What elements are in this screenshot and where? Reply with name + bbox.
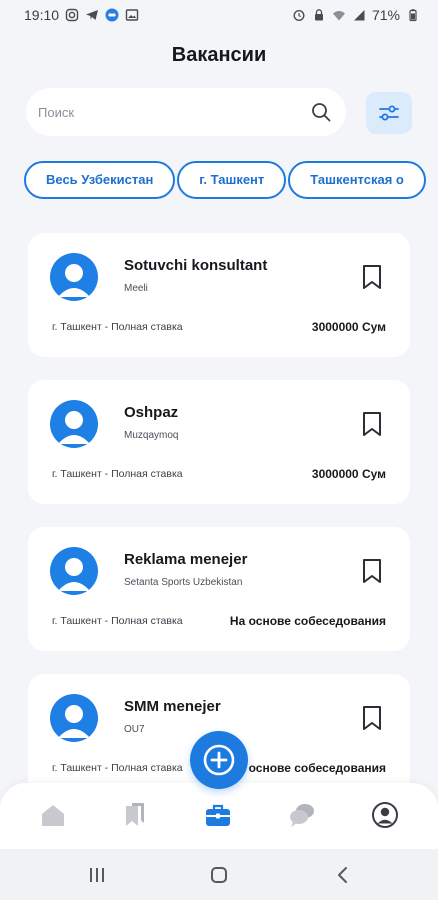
avatar [50, 400, 98, 448]
chip-tashkent-region[interactable]: Ташкентская о [288, 161, 426, 199]
status-time: 19:10 [24, 7, 60, 23]
battery-percent: 71% [371, 7, 400, 23]
page-title: Вакансии [171, 44, 267, 66]
job-company: Muzqaymoq [124, 430, 179, 441]
avatar [50, 253, 98, 301]
recent-apps-button[interactable] [82, 861, 112, 889]
alarm-icon [293, 9, 305, 22]
chip-all-uzbekistan[interactable]: Весь Узбекистан [24, 161, 176, 199]
bookmark-icon[interactable] [360, 704, 384, 732]
job-salary: 3000000 Сум [311, 467, 386, 481]
job-title: Oshpaz [124, 404, 179, 421]
filter-button[interactable] [366, 92, 412, 134]
job-salary: На основе собеседования [229, 761, 386, 775]
profile-icon [372, 802, 398, 828]
avatar [50, 694, 98, 742]
battery-icon [409, 9, 417, 22]
user-placeholder-icon [58, 411, 90, 444]
user-placeholder-icon [58, 264, 90, 297]
bookmark-icon[interactable] [360, 410, 384, 438]
job-location-type: г. Ташкент - Полная ставка [52, 762, 183, 774]
briefcase-icon [206, 804, 230, 826]
job-title: SMM menejer [124, 698, 221, 715]
search-bar[interactable] [26, 88, 346, 136]
job-location-type: г. Ташкент - Полная ставка [52, 615, 183, 627]
nav-bookmarks[interactable] [115, 795, 155, 835]
search-input[interactable] [38, 104, 310, 120]
job-salary: На основе собеседования [229, 614, 386, 628]
bookmarks-icon [126, 803, 144, 826]
instagram-icon [65, 8, 79, 22]
add-button[interactable] [190, 731, 248, 789]
filter-sliders-icon [379, 105, 399, 121]
recent-apps-icon [90, 868, 104, 882]
telegram-icon [86, 10, 99, 20]
job-card[interactable]: Sotuvchi konsultant Meeli г. Ташкент - П… [28, 233, 410, 357]
nav-vacancies[interactable] [198, 795, 238, 835]
signal-icon [353, 10, 365, 21]
user-placeholder-icon [58, 558, 90, 591]
home-system-button[interactable] [204, 861, 234, 889]
back-chevron-icon [338, 867, 347, 883]
search-icon[interactable] [310, 101, 332, 123]
nav-profile[interactable] [365, 795, 405, 835]
job-location-type: г. Ташкент - Полная ставка [52, 468, 183, 480]
region-chips: Весь Узбекистан г. Ташкент Ташкентская о [24, 161, 438, 201]
job-card[interactable]: Oshpaz Muzqaymoq г. Ташкент - Полная ста… [28, 380, 410, 504]
job-location-type: г. Ташкент - Полная ставка [52, 321, 183, 333]
back-button[interactable] [328, 861, 358, 889]
job-salary: 3000000 Сум [311, 320, 386, 334]
user-placeholder-icon [58, 705, 90, 738]
bookmark-icon[interactable] [360, 557, 384, 585]
nav-chat[interactable] [282, 795, 322, 835]
app-notification-icon [105, 8, 119, 22]
chat-icon [290, 804, 314, 827]
bottom-nav [0, 783, 438, 849]
job-card[interactable]: Reklama menejer Setanta Sports Uzbekista… [28, 527, 410, 651]
avatar [50, 547, 98, 595]
image-icon [125, 9, 139, 21]
system-nav-bar [0, 849, 438, 900]
lock-icon [314, 9, 323, 21]
wifi-icon [332, 11, 345, 21]
nav-home[interactable] [33, 795, 73, 835]
home-square-icon [211, 867, 227, 883]
job-title: Reklama menejer [124, 551, 248, 568]
chip-tashkent-city[interactable]: г. Ташкент [177, 161, 287, 199]
job-company: Meeli [124, 283, 148, 294]
home-icon [42, 805, 64, 826]
bookmark-icon[interactable] [360, 263, 384, 291]
job-company: Setanta Sports Uzbekistan [124, 577, 243, 588]
job-title: Sotuvchi konsultant [124, 257, 268, 274]
status-bar: 19:10 71% [0, 0, 438, 30]
job-company: OU7 [124, 724, 145, 735]
plus-circle-icon [203, 744, 235, 776]
